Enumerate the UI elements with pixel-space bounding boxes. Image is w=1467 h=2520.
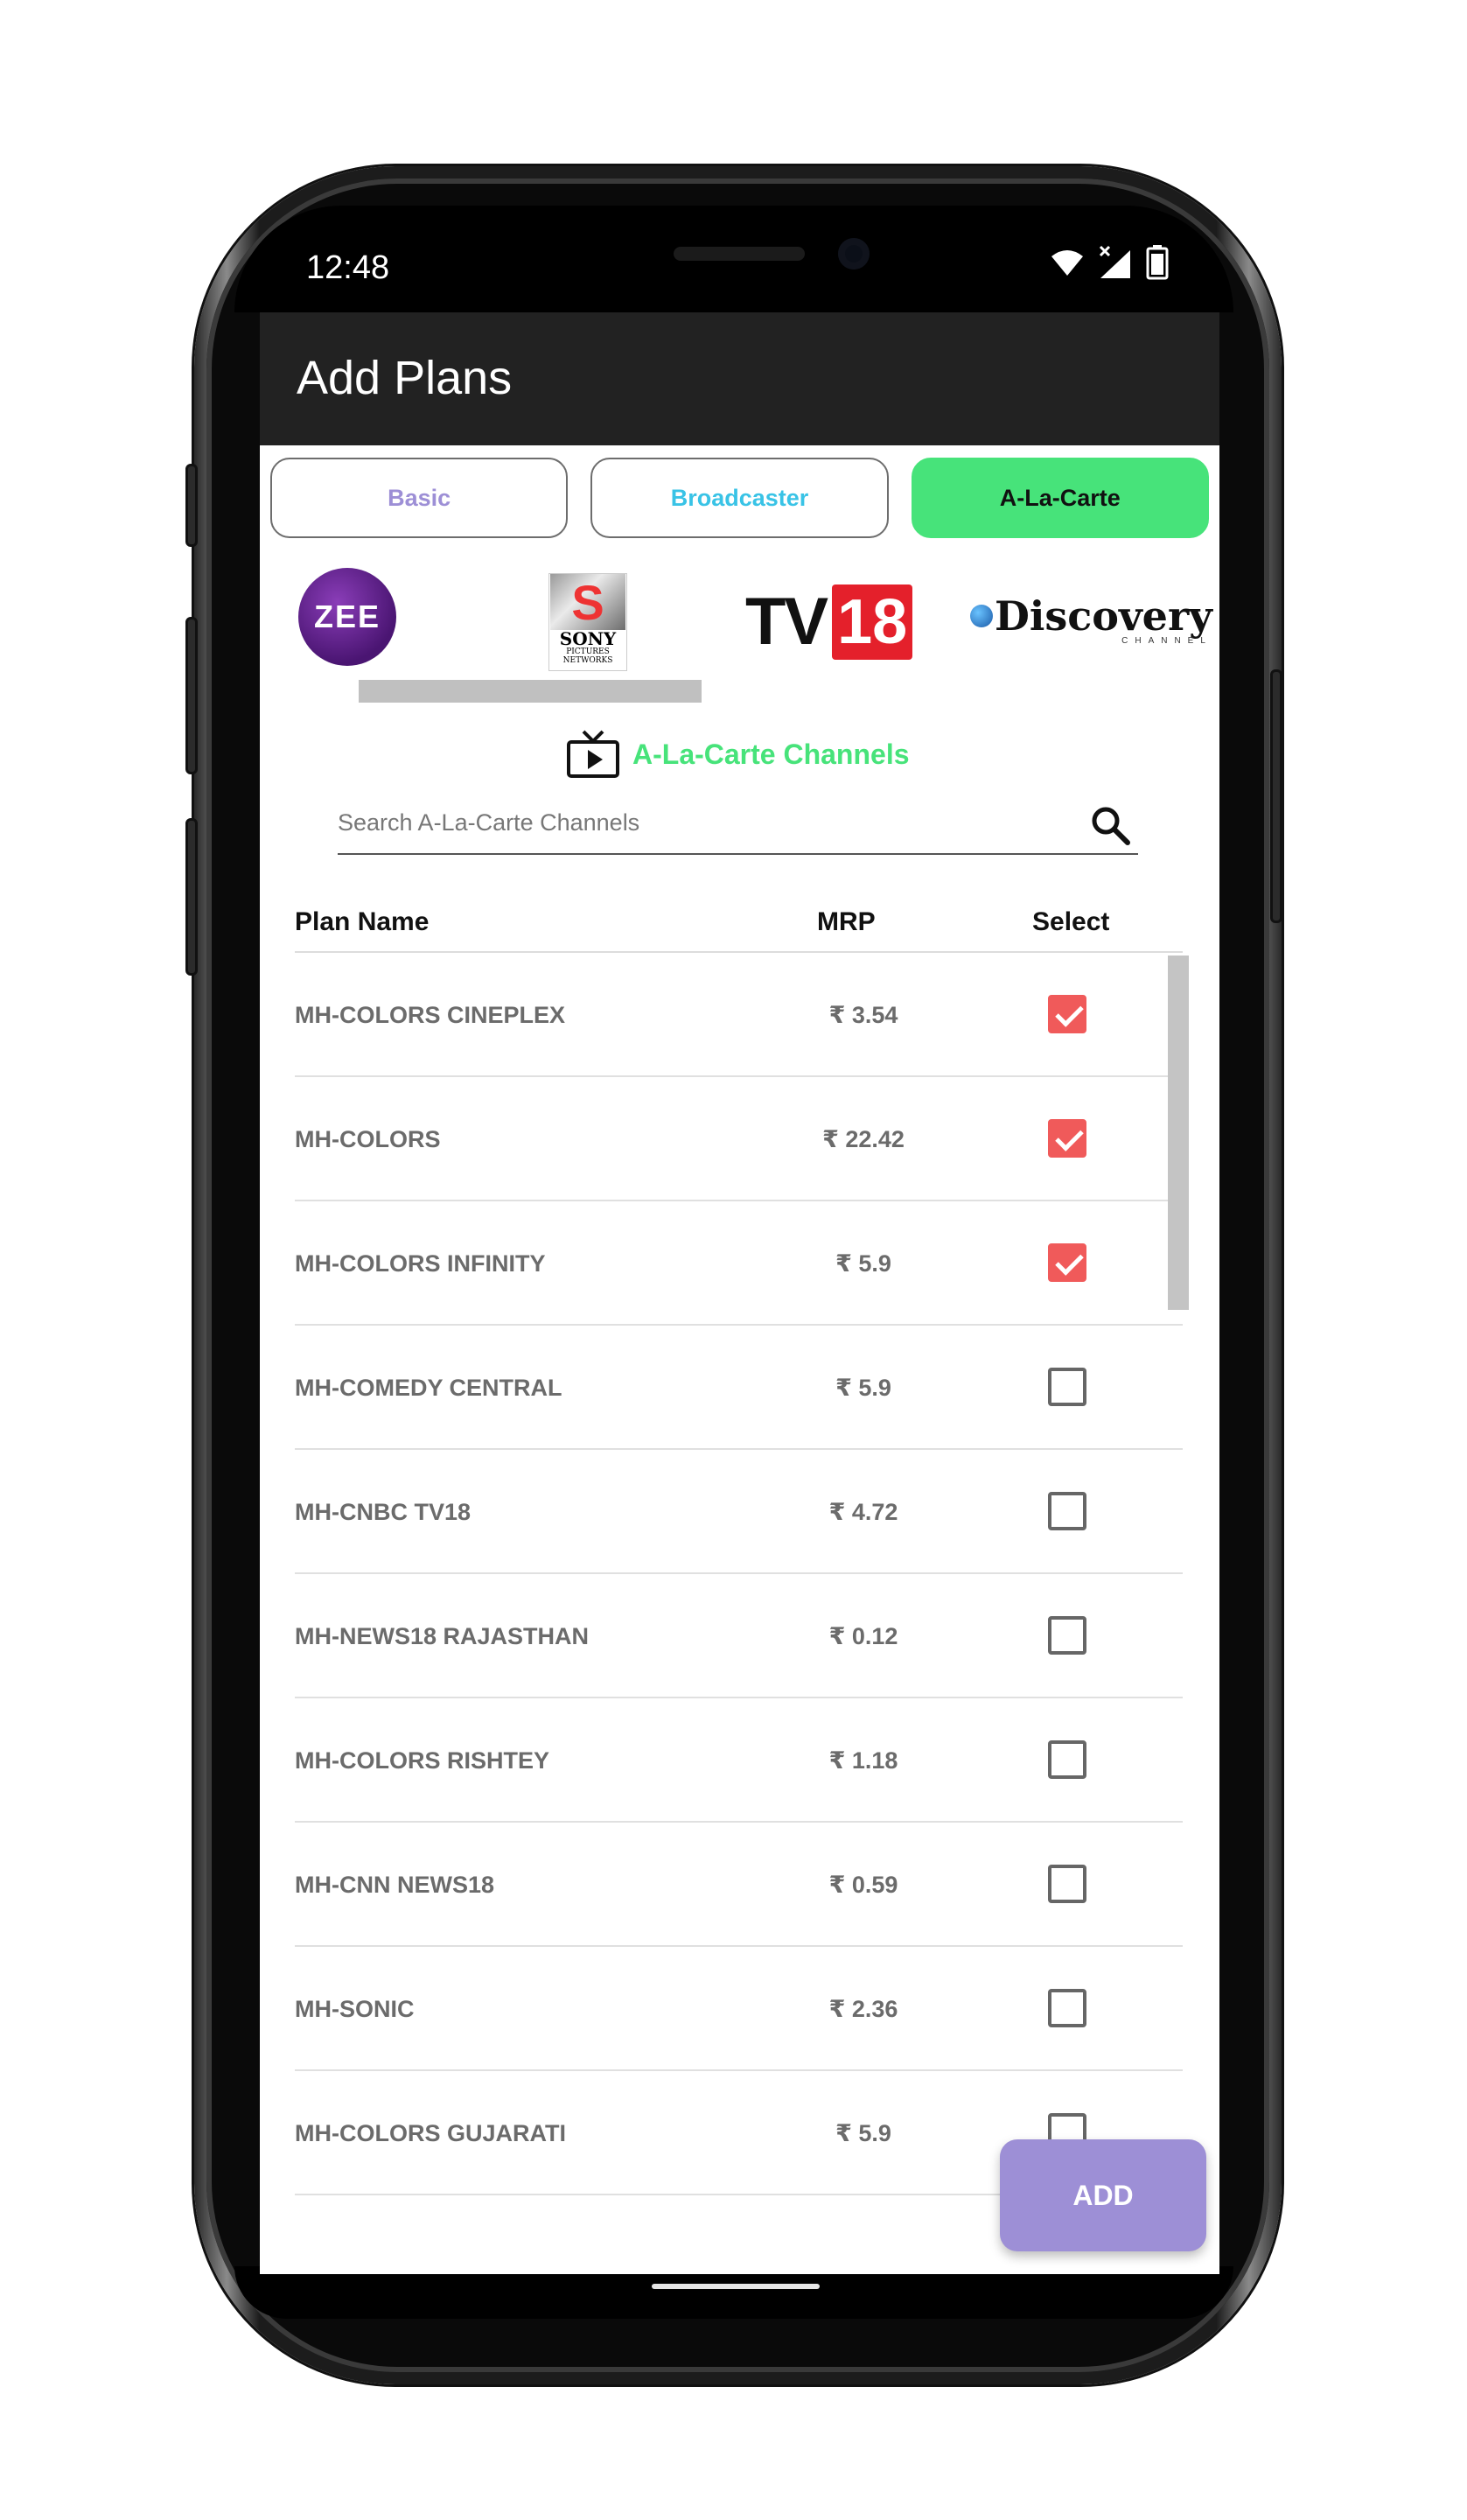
home-indicator[interactable] xyxy=(652,2284,820,2289)
discovery-logo-word-wrap: Discovery xyxy=(970,592,1212,640)
plan-mrp: ₹ 5.9 xyxy=(835,1250,891,1277)
plan-mrp: ₹ 3.54 xyxy=(828,1002,898,1028)
select-checkbox[interactable] xyxy=(1048,1865,1086,1903)
select-checkbox[interactable] xyxy=(1048,1616,1086,1655)
select-checkbox[interactable] xyxy=(1048,995,1086,1033)
section-header: A-La-Carte Channels xyxy=(566,730,910,779)
add-button[interactable]: ADD xyxy=(1000,2139,1206,2251)
sony-s-icon: S xyxy=(550,574,625,630)
search-input[interactable] xyxy=(338,794,1081,851)
app-bar: Add Plans xyxy=(260,312,1219,445)
table-row: MH-COMEDY CENTRAL ₹ 5.9 xyxy=(295,1326,1183,1450)
table-row: MH-COLORS CINEPLEX ₹ 3.54 xyxy=(295,953,1183,1077)
table-row: MH-COLORS ₹ 22.42 xyxy=(295,1077,1183,1201)
plan-mrp: ₹ 0.12 xyxy=(828,1623,898,1649)
search-bar xyxy=(338,794,1138,855)
tab-basic[interactable]: Basic xyxy=(270,458,569,538)
plan-name: MH-COLORS GUJARATI xyxy=(295,2120,566,2146)
plan-mrp: ₹ 4.72 xyxy=(828,1499,898,1525)
power-button xyxy=(1270,669,1282,923)
plan-mrp: ₹ 2.36 xyxy=(828,1996,898,2022)
table-row: MH-COLORS INFINITY ₹ 5.9 xyxy=(295,1201,1183,1326)
volume-down-button xyxy=(185,818,198,976)
zee-logo[interactable]: ZEE xyxy=(298,568,396,666)
tv18-logo-number: 18 xyxy=(832,584,913,660)
logo-scroll-indicator[interactable] xyxy=(359,680,702,703)
earpiece-speaker xyxy=(674,247,805,261)
discovery-logo[interactable]: Discovery CHANNEL xyxy=(970,592,1212,646)
section-title: A-La-Carte Channels xyxy=(632,738,910,770)
sony-logo-sub: PICTURES NETWORKS xyxy=(562,648,613,665)
plan-type-tabs: Basic Broadcaster A-La-Carte xyxy=(270,458,1209,538)
plan-name: MH-COLORS xyxy=(295,1126,441,1152)
cell-signal-no-data-icon xyxy=(1099,245,1130,278)
globe-icon xyxy=(970,605,993,627)
volume-up-button xyxy=(185,617,198,774)
plan-name: MH-COLORS RISHTEY xyxy=(295,1747,550,1774)
discovery-logo-word: Discovery xyxy=(995,592,1212,640)
sony-logo-word: SONY xyxy=(559,628,617,649)
select-checkbox[interactable] xyxy=(1048,1492,1086,1530)
sony-logo[interactable]: S SONY PICTURES NETWORKS xyxy=(548,573,627,671)
table-row: MH-CNBC TV18 ₹ 4.72 xyxy=(295,1450,1183,1574)
app-screen: Add Plans Basic Broadcaster A-La-Carte Z… xyxy=(260,312,1219,2274)
front-camera xyxy=(838,238,870,270)
plan-mrp: ₹ 22.42 xyxy=(822,1126,905,1152)
plan-name: MH-COLORS INFINITY xyxy=(295,1250,546,1277)
battery-icon xyxy=(1146,245,1169,280)
table-row: MH-COLORS RISHTEY ₹ 1.18 xyxy=(295,1698,1183,1823)
plan-name: MH-COLORS CINEPLEX xyxy=(295,1002,566,1028)
select-checkbox[interactable] xyxy=(1048,1119,1086,1158)
table-row: MH-SONIC ₹ 2.36 xyxy=(295,1947,1183,2071)
tab-broadcaster[interactable]: Broadcaster xyxy=(590,458,889,538)
plan-name: MH-SONIC xyxy=(295,1996,415,2022)
select-checkbox[interactable] xyxy=(1048,1368,1086,1406)
select-checkbox[interactable] xyxy=(1048,1989,1086,2027)
table-row: MH-CNN NEWS18 ₹ 0.59 xyxy=(295,1823,1183,1947)
plan-name: MH-CNBC TV18 xyxy=(295,1499,472,1525)
channel-list: MH-COLORS CINEPLEX ₹ 3.54 MH-COLORS ₹ 22… xyxy=(295,953,1183,2195)
table-header: Plan Name MRP Select xyxy=(295,907,1183,951)
status-icons xyxy=(1050,245,1169,280)
mute-switch xyxy=(185,464,198,547)
plan-mrp: ₹ 5.9 xyxy=(835,2120,891,2146)
header-mrp: MRP xyxy=(817,907,876,936)
tv-play-icon xyxy=(567,730,619,778)
search-icon[interactable] xyxy=(1089,804,1131,846)
wifi-icon xyxy=(1051,250,1083,276)
list-scrollbar[interactable] xyxy=(1168,956,1189,1310)
select-checkbox[interactable] xyxy=(1048,1740,1086,1779)
header-plan-name: Plan Name xyxy=(295,907,430,936)
plan-name: MH-NEWS18 RAJASTHAN xyxy=(295,1623,590,1649)
plan-name: MH-CNN NEWS18 xyxy=(295,1872,495,1898)
plan-mrp: ₹ 5.9 xyxy=(835,1375,891,1401)
tab-a-la-carte[interactable]: A-La-Carte xyxy=(911,458,1209,538)
tv18-logo[interactable]: TV 18 xyxy=(745,584,913,660)
zee-logo-text: ZEE xyxy=(313,598,381,634)
status-time: 12:48 xyxy=(306,249,390,286)
header-select: Select xyxy=(1032,907,1110,936)
tv18-logo-text: TV xyxy=(745,584,828,659)
table-row: MH-NEWS18 RAJASTHAN ₹ 0.12 xyxy=(295,1574,1183,1698)
navigation-bar-area xyxy=(234,2266,1233,2319)
plan-mrp: ₹ 0.59 xyxy=(828,1872,898,1898)
select-checkbox[interactable] xyxy=(1048,1243,1086,1282)
plan-name: MH-COMEDY CENTRAL xyxy=(295,1375,562,1401)
broadcaster-logos: ZEE S SONY PICTURES NETWORKS TV 18 Disco… xyxy=(260,557,1219,689)
plan-mrp: ₹ 1.18 xyxy=(828,1747,898,1774)
page-title: Add Plans xyxy=(297,352,513,404)
